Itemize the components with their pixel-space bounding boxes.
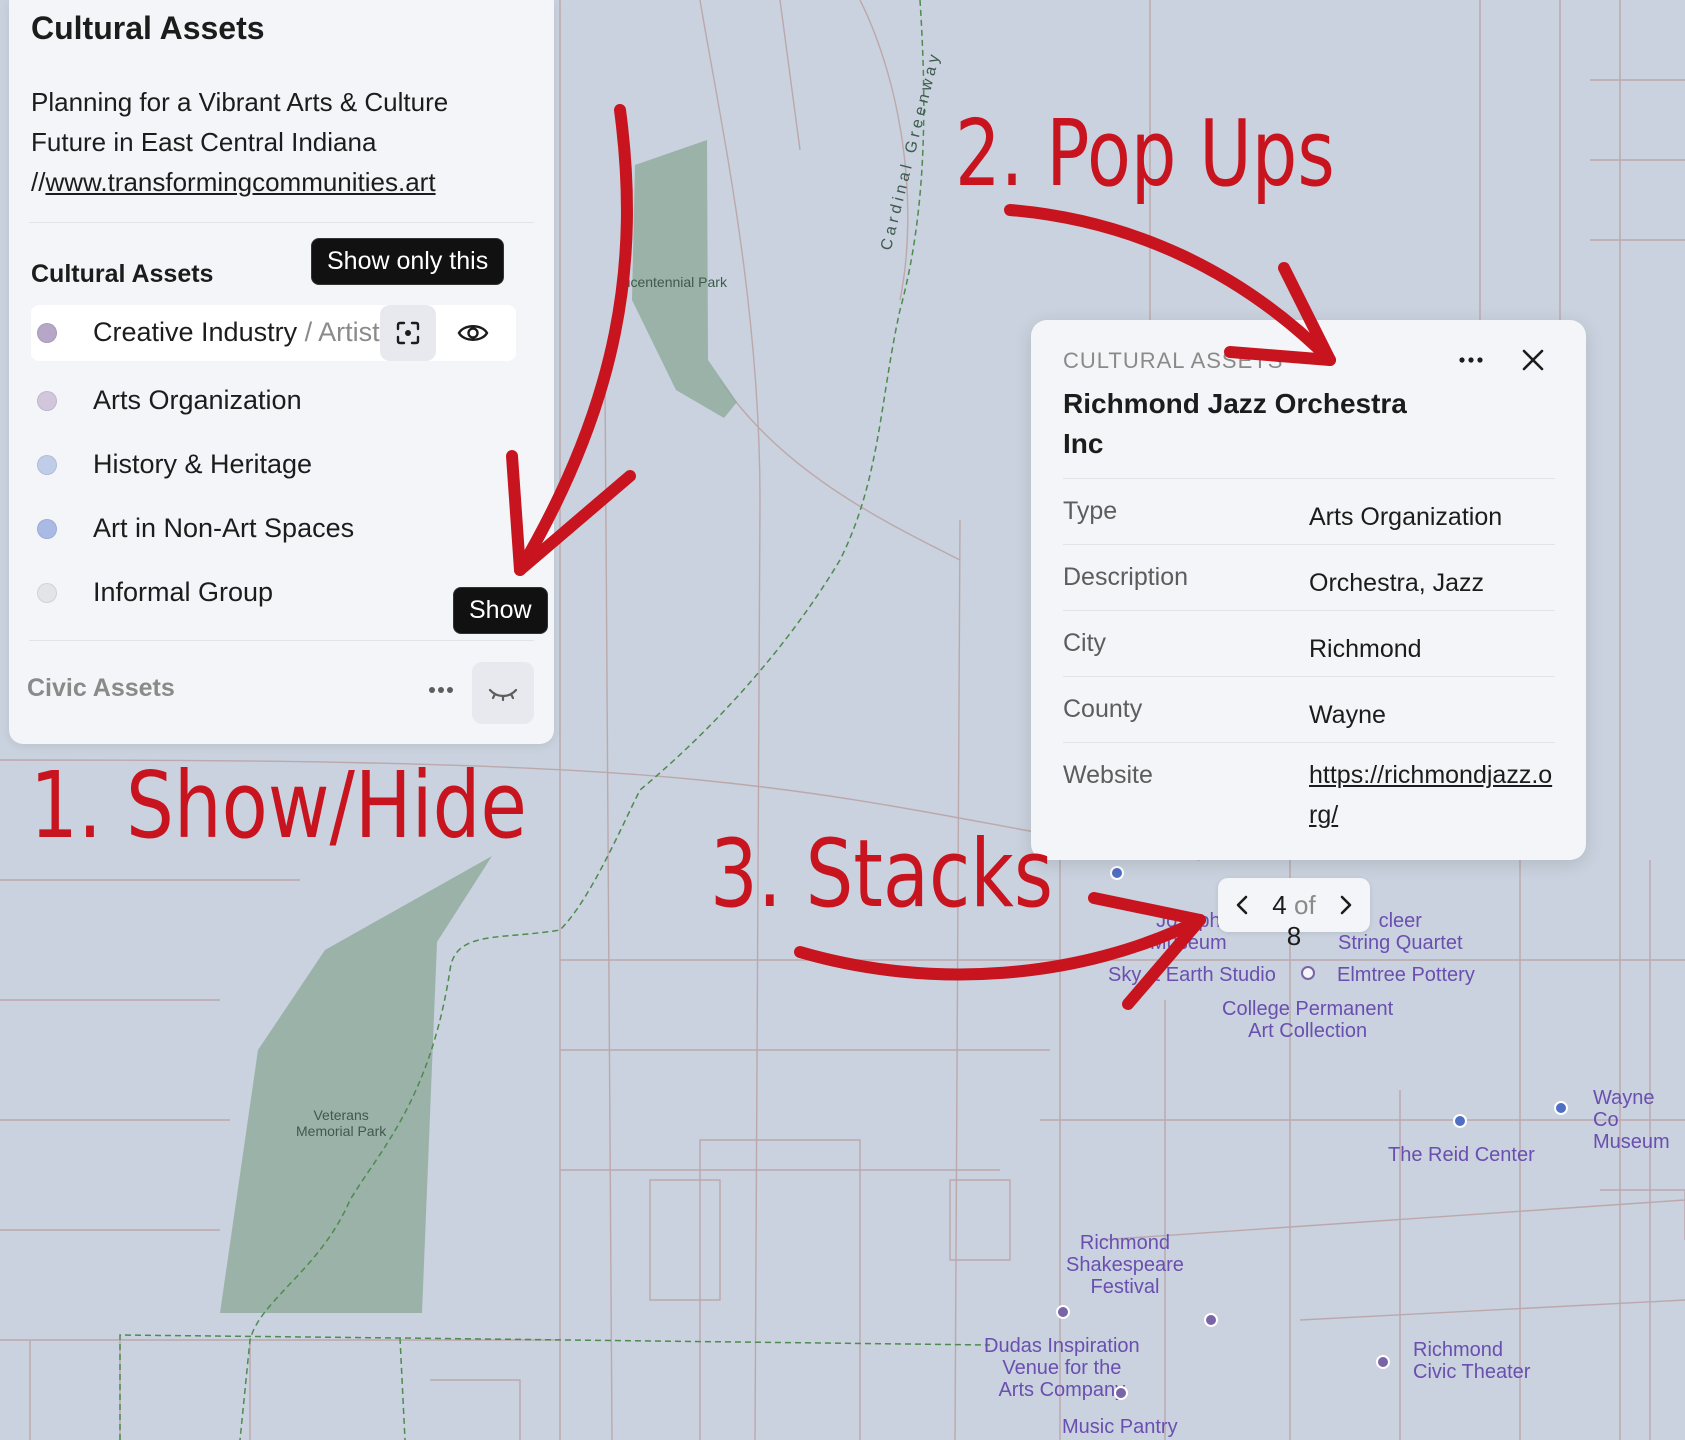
- place-label[interactable]: Richmond Shakespeare Festival: [1066, 1232, 1184, 1298]
- popup-row-county: County Wayne: [1063, 676, 1555, 743]
- close-icon[interactable]: [1511, 338, 1555, 382]
- popup-row-key: Description: [1063, 563, 1189, 591]
- legend-swatch: [37, 455, 57, 475]
- legend-item-history-heritage[interactable]: History & Heritage: [31, 437, 536, 493]
- park-label-veterans: Veterans Memorial Park: [296, 1107, 387, 1139]
- description-line1: Planning for a Vibrant Arts & Culture: [31, 87, 449, 117]
- eye-closed-icon[interactable]: [472, 662, 534, 724]
- legend-swatch: [37, 583, 57, 603]
- popup-title: Richmond Jazz Orchestra Inc: [1063, 388, 1407, 459]
- legend-swatch: [37, 519, 57, 539]
- park-label-bicentennial: Bicentennial Park: [618, 274, 727, 290]
- legend-item-label: Art in Non-Art Spaces: [93, 513, 355, 543]
- annotation-pop-ups: 2. Pop Ups: [955, 100, 1335, 207]
- legend-item-label: History & Heritage: [93, 449, 313, 479]
- legend-title: Cultural Assets: [31, 10, 265, 46]
- poi-marker[interactable]: [1376, 1355, 1390, 1369]
- popup-row-value: Arts Organization: [1309, 503, 1503, 531]
- legend-swatch: [37, 323, 57, 343]
- poi-marker[interactable]: [1554, 1101, 1568, 1115]
- place-label[interactable]: College Permanent Art Collection: [1222, 998, 1393, 1042]
- popup-row-key: Type: [1063, 497, 1118, 525]
- poi-marker[interactable]: [1056, 1305, 1070, 1319]
- popup-row-value: Orchestra, Jazz: [1309, 569, 1485, 597]
- legend-item-label: Informal Group: [93, 577, 274, 607]
- place-label[interactable]: The Reid Center: [1388, 1144, 1535, 1166]
- legend-item-label: Arts Organization: [93, 385, 302, 415]
- place-label[interactable]: Joseph Museum: [1150, 910, 1227, 954]
- group-title-civic[interactable]: Civic Assets: [27, 674, 175, 703]
- divider: [29, 222, 534, 223]
- chevron-left-icon[interactable]: [1222, 878, 1262, 932]
- annotation-show-hide: 1. Show/Hide: [30, 752, 527, 859]
- website-link[interactable]: www.transformingcommunities.art: [45, 167, 435, 197]
- poi-marker[interactable]: [1301, 966, 1315, 980]
- place-label[interactable]: Richmond Civic Theater: [1413, 1339, 1530, 1383]
- popup-row-website: Website https://richmondjazz.org/: [1063, 742, 1555, 843]
- more-icon[interactable]: [1449, 338, 1493, 382]
- place-label[interactable]: Elmtree Pottery: [1337, 964, 1475, 986]
- poi-marker[interactable]: [1114, 1386, 1128, 1400]
- popup-row-type: Type Arts Organization: [1063, 478, 1555, 545]
- divider: [29, 640, 534, 641]
- popup-row-key: County: [1063, 695, 1143, 723]
- place-label[interactable]: Wayne Co Museum: [1593, 1087, 1685, 1153]
- stack-pager: 4 of 8: [1218, 878, 1370, 951]
- legend-item-arts-organization[interactable]: Arts Organization: [31, 373, 536, 429]
- feature-popup: CULTURAL ASSETS Richmond Jazz Orchestra …: [1031, 320, 1586, 860]
- popup-row-key: City: [1063, 629, 1107, 657]
- legend-item-creative-industry[interactable]: Creative Industry / Artist: [31, 305, 516, 361]
- popup-category: CULTURAL ASSETS: [1063, 348, 1284, 373]
- description-line2: Future in East Central Indiana: [31, 127, 377, 157]
- legend-description: Planning for a Vibrant Arts & Culture Fu…: [31, 82, 511, 202]
- poi-marker[interactable]: [1110, 866, 1124, 880]
- poi-marker[interactable]: [1453, 1114, 1467, 1128]
- more-icon[interactable]: [413, 662, 469, 718]
- popup-row-description: Description Orchestra, Jazz: [1063, 544, 1555, 611]
- poi-marker[interactable]: [1204, 1313, 1218, 1327]
- popup-row-value: Wayne: [1309, 701, 1386, 729]
- pager-count: 4 of 8: [1272, 890, 1316, 951]
- place-label[interactable]: Music Pantry: [1062, 1416, 1178, 1438]
- tooltip-show: Show: [453, 587, 548, 634]
- focus-icon[interactable]: [380, 305, 436, 361]
- annotation-stacks: 3. Stacks: [710, 820, 1054, 929]
- chevron-right-icon[interactable]: [1326, 878, 1366, 932]
- popup-website-link[interactable]: https://richmondjazz.org/: [1309, 755, 1559, 835]
- group-title-cultural[interactable]: Cultural Assets: [31, 260, 213, 289]
- legend-panel: Cultural Assets Planning for a Vibrant A…: [9, 0, 554, 744]
- legend-item-art-non-art-spaces[interactable]: Art in Non-Art Spaces: [31, 501, 536, 557]
- popup-row-value: Richmond: [1309, 635, 1422, 663]
- popup-row-key: Website: [1063, 761, 1153, 789]
- description-prefix: //: [31, 167, 46, 197]
- tooltip-show-only: Show only this: [311, 238, 505, 285]
- legend-swatch: [37, 391, 57, 411]
- legend-item-label: Creative Industry / Artist: [93, 317, 380, 347]
- eye-icon[interactable]: [445, 305, 501, 361]
- place-label[interactable]: Sky & Earth Studio: [1108, 964, 1276, 986]
- popup-row-city: City Richmond: [1063, 610, 1555, 677]
